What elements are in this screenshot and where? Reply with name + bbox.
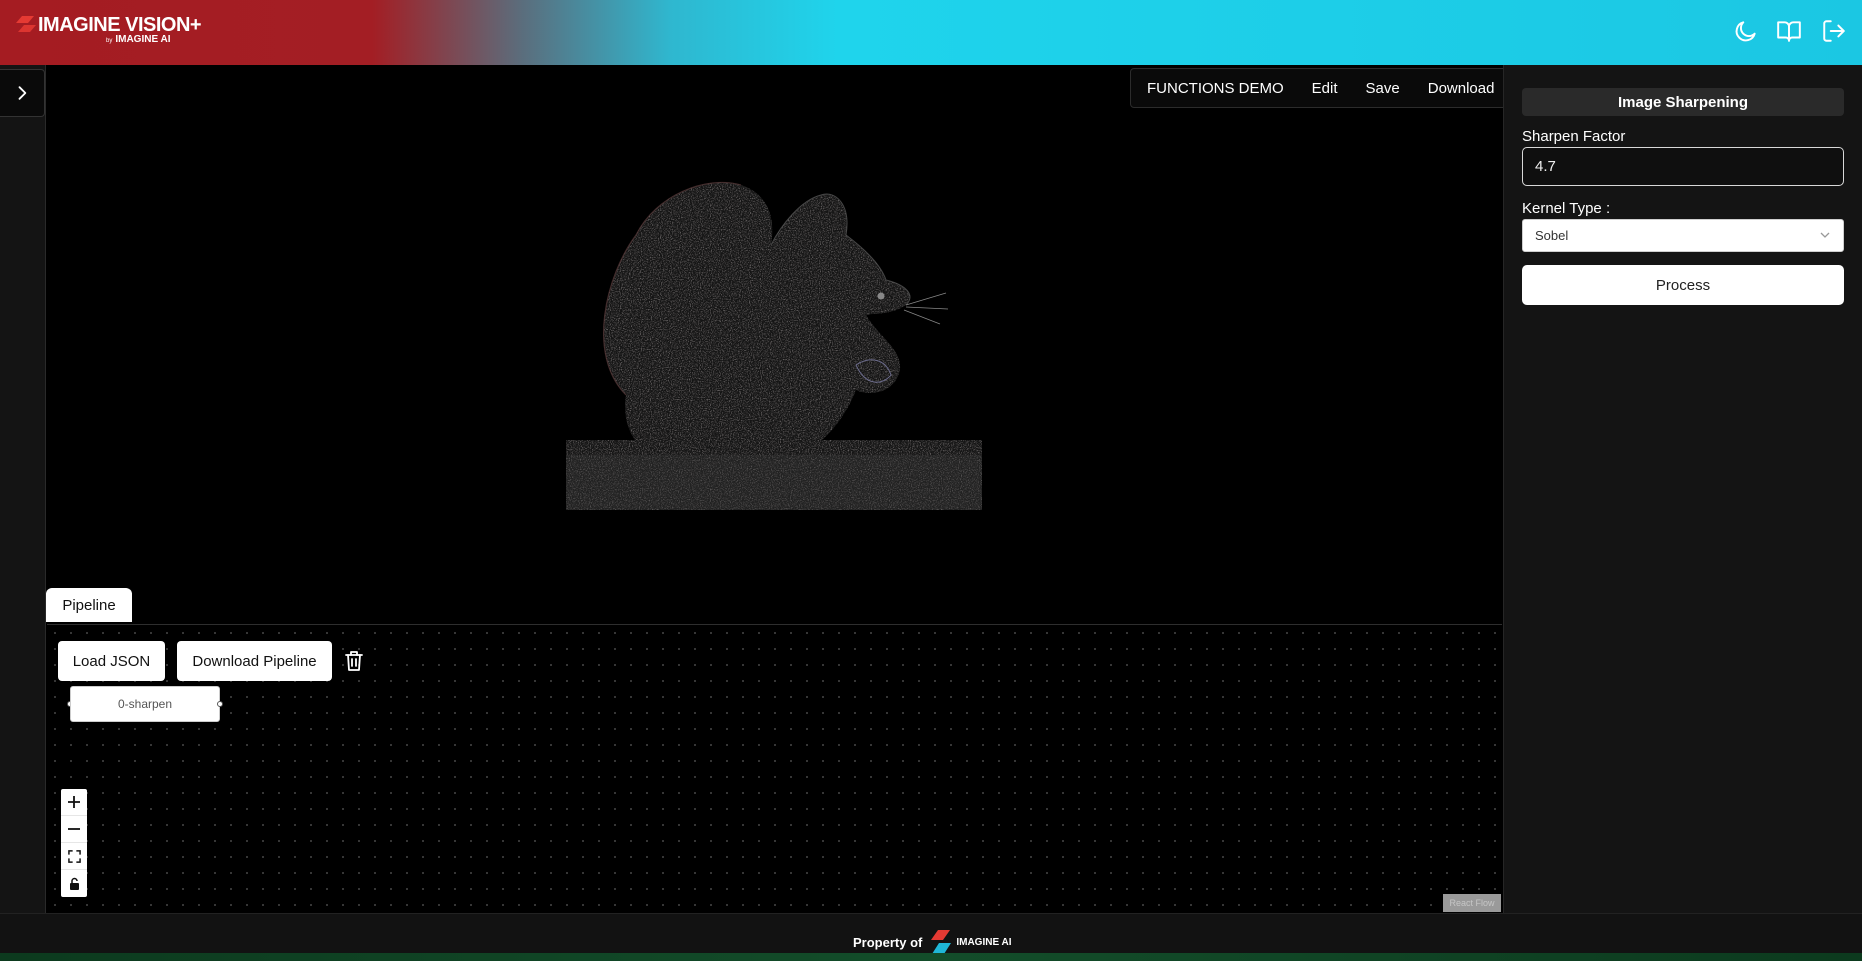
process-button[interactable]: Process bbox=[1522, 265, 1844, 305]
top-menu-bar: FUNCTIONS DEMO Edit Save Download bbox=[1130, 68, 1510, 108]
node-output-handle[interactable] bbox=[217, 701, 223, 707]
app-header: IMAGINE VISION+ by IMAGINE AI bbox=[0, 0, 1862, 65]
trash-icon[interactable] bbox=[344, 650, 364, 672]
zoom-in-icon[interactable] bbox=[61, 789, 87, 816]
logout-icon[interactable] bbox=[1821, 18, 1847, 44]
sidebar-toggle-button[interactable] bbox=[0, 69, 45, 117]
moon-icon[interactable] bbox=[1733, 18, 1759, 44]
left-sidebar bbox=[0, 65, 46, 913]
footer: Property of IMAGINE AI bbox=[0, 913, 1862, 961]
tab-pipeline[interactable]: Pipeline bbox=[46, 588, 132, 622]
chevron-right-icon bbox=[18, 86, 27, 100]
zoom-out-icon[interactable] bbox=[61, 816, 87, 843]
panel-title: Image Sharpening bbox=[1522, 88, 1844, 116]
flow-controls bbox=[61, 789, 87, 897]
lock-icon[interactable] bbox=[61, 870, 87, 897]
footer-property-text: Property of bbox=[853, 934, 923, 950]
footer-bar bbox=[0, 953, 1862, 961]
logo-mark-icon bbox=[16, 16, 36, 32]
logo-subtitle: by IMAGINE AI bbox=[106, 34, 171, 45]
react-flow-attribution[interactable]: React Flow bbox=[1443, 894, 1501, 912]
book-open-icon[interactable] bbox=[1776, 18, 1802, 44]
save-button[interactable]: Save bbox=[1366, 80, 1400, 97]
download-pipeline-button[interactable]: Download Pipeline bbox=[177, 641, 332, 681]
fit-view-icon[interactable] bbox=[61, 843, 87, 870]
squirrel-edge-image bbox=[566, 155, 982, 510]
pipeline-node-sharpen[interactable]: 0-sharpen bbox=[70, 686, 220, 722]
sharpen-factor-label: Sharpen Factor bbox=[1522, 128, 1626, 145]
edit-button[interactable]: Edit bbox=[1312, 80, 1338, 97]
footer-brand: IMAGINE AI bbox=[956, 936, 1012, 948]
kernel-type-select[interactable]: Sobel bbox=[1522, 219, 1844, 252]
properties-panel bbox=[1503, 65, 1862, 913]
image-preview bbox=[566, 155, 982, 510]
footer-brand-logo: IMAGINE AI bbox=[930, 930, 1012, 954]
kernel-type-value: Sobel bbox=[1535, 228, 1569, 243]
imagine-ai-logo-icon bbox=[931, 930, 952, 954]
functions-demo-button[interactable]: FUNCTIONS DEMO bbox=[1147, 80, 1284, 97]
download-button[interactable]: Download bbox=[1428, 80, 1495, 97]
sharpen-factor-input[interactable] bbox=[1522, 147, 1844, 186]
chevron-down-icon bbox=[1820, 232, 1830, 238]
load-json-button[interactable]: Load JSON bbox=[58, 641, 165, 681]
kernel-type-label: Kernel Type : bbox=[1522, 200, 1611, 217]
